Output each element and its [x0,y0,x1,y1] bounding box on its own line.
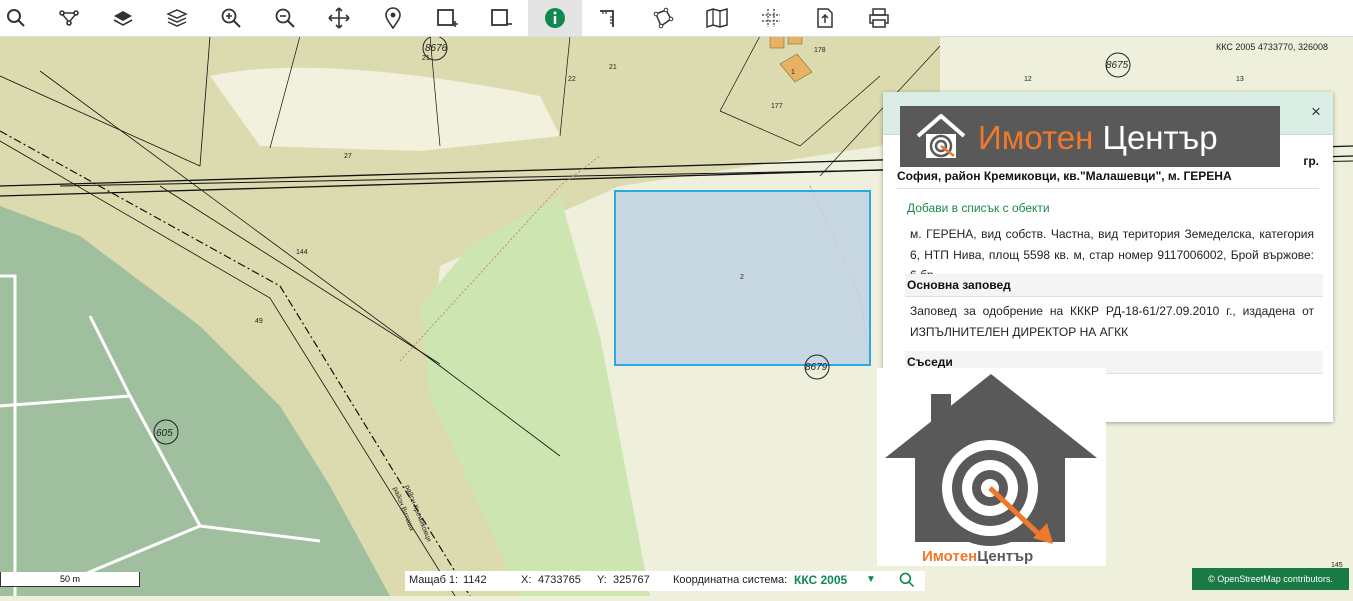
polygon-button[interactable] [636,0,690,36]
popup-title-tail: гр. [1303,154,1319,168]
parcel-label: 49 [255,318,263,325]
route-tool-button[interactable] [42,0,96,36]
layers-icon [113,11,133,26]
map-icon [706,8,728,29]
info-icon [545,8,565,28]
logo-word-grey: Център [977,548,1034,565]
x-label: X: [521,574,532,586]
pan-button[interactable] [312,0,366,36]
zoom-in-button[interactable] [204,0,258,36]
measure-icon [600,10,614,27]
crs-label: Координатна система: [673,574,788,586]
logo-text: ИмотенЦентър [922,548,1033,565]
parcel-label: 177 [771,103,783,110]
banner-word-white: Център [1102,119,1218,156]
parcel-label: 12 [1024,76,1032,83]
parcel-label: 8679 [805,362,828,373]
add-to-list-link[interactable]: Добави в списък с обекти [907,201,1050,215]
select-remove-button[interactable] [474,0,528,36]
parcel-label: 178 [814,47,826,54]
zoom-out-button[interactable] [258,0,312,36]
layers-stack-icon [166,9,188,27]
parcel-label: 13 [1236,76,1244,83]
parcel-label: 21 [422,55,430,62]
info-button[interactable] [528,0,582,36]
scale-value[interactable]: 1142 [463,574,487,586]
status-bar: Мащаб 1: 1142 X: 4733765 Y: 325767 Коорд… [405,571,925,591]
section-main-order: Основна заповед [905,274,1323,297]
scale-bar: 50 m [0,572,140,587]
parcel-label: 144 [296,249,308,256]
parcel-label: 1 [791,69,795,76]
scale-label: Мащаб 1: [409,574,459,586]
layers-stack-tool-button[interactable] [150,0,204,36]
layers-tool-button[interactable] [96,0,150,36]
export-button[interactable] [798,0,852,36]
house-target-icon [916,114,966,158]
select-add-icon [437,9,458,27]
popup-title: София, район Кремиковци, кв."Малашевци",… [897,169,1232,183]
parcel-label: 21 [609,64,617,71]
watermark-logo: ИмотенЦентър [877,368,1106,566]
map-button[interactable] [690,0,744,36]
banner-word-orange: Имотен [978,119,1094,156]
grid-button[interactable] [744,0,798,36]
search-icon [7,9,25,27]
search-icon [899,572,915,588]
polygon-icon [653,7,674,29]
pan-icon [328,7,350,29]
grid-icon [762,9,780,27]
y-label: Y: [597,574,607,586]
select-remove-icon [491,9,512,26]
marker-icon [385,7,401,29]
parcel-label: 22 [568,76,576,83]
order-text: Заповед за одобрение на КККР РД-18-61/27… [910,304,1314,339]
x-value: 4733765 [538,574,581,586]
print-icon [869,8,889,28]
parcel-label: 605 [156,428,173,439]
export-icon [817,8,833,28]
zoom-out-icon [275,8,295,28]
search-tool-button[interactable] [0,0,43,36]
banner-text: Имотен Център [978,120,1218,156]
select-add-button[interactable] [420,0,474,36]
route-icon [59,10,79,26]
crs-search-button[interactable] [898,571,916,592]
attribution[interactable]: © OpenStreetMap contributors. [1192,568,1349,590]
popup-close-button[interactable]: × [1307,103,1325,121]
chevron-down-icon[interactable]: ▼ [866,574,876,585]
popup-divider [897,188,1319,189]
zoom-in-icon [221,8,241,28]
parcel-label: 8676 [425,43,448,54]
parcel-label: 8675 [1106,60,1129,71]
y-value: 325767 [613,574,650,586]
watermark-banner: Имотен Център [900,106,1280,167]
parcel-label: 2 [740,274,744,281]
marker-button[interactable] [366,0,420,36]
parcel-label: 27 [344,153,352,160]
crs-select[interactable]: ККС 2005 [794,573,847,587]
house-target-logo-icon [885,374,1097,546]
print-button[interactable] [852,0,906,36]
measure-button[interactable] [582,0,636,36]
coordinate-readout: ККС 2005 4733770, 326008 [1216,42,1328,52]
toolbar [0,0,1353,37]
logo-word-orange: Имотен [922,548,978,565]
